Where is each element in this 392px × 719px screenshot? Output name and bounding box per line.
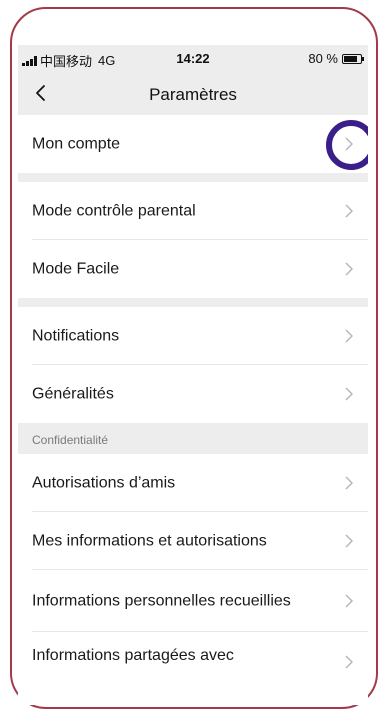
section-title: Confidentialité (32, 433, 109, 447)
row-label: Mode contrôle parental (32, 202, 196, 220)
settings-row-informations-partagees[interactable]: Informations partagées avec (18, 632, 368, 690)
settings-row-generalites[interactable]: Généralités (18, 365, 368, 423)
highlight-circle (326, 120, 368, 170)
row-label: Informations personnelles recueillies (32, 592, 291, 610)
settings-row-mes-informations[interactable]: Mes informations et autorisations (18, 512, 368, 570)
settings-row-controle-parental[interactable]: Mode contrôle parental (18, 182, 368, 240)
row-label: Généralités (32, 385, 114, 403)
chevron-right-icon (345, 594, 353, 608)
settings-row-informations-personnelles[interactable]: Informations personnelles recueillies (18, 570, 368, 632)
settings-screen: 中国移动 4G 14:22 80 % Paramètres Mon compte… (18, 45, 368, 705)
battery-percent: 80 % (308, 51, 338, 66)
section-gap (18, 173, 368, 182)
row-label: Mode Facile (32, 260, 120, 278)
chevron-right-icon (345, 387, 353, 401)
settings-row-autorisations-amis[interactable]: Autorisations d’amis (18, 454, 368, 512)
row-label: Autorisations d’amis (32, 474, 176, 492)
chevron-right-icon (345, 329, 353, 343)
chevron-right-icon (345, 476, 353, 490)
row-label: Mon compte (32, 135, 121, 153)
settings-row-notifications[interactable]: Notifications (18, 307, 368, 365)
row-label: Informations partagées avec (32, 647, 234, 664)
chevron-right-icon (345, 262, 353, 276)
row-label: Notifications (32, 327, 120, 345)
battery-info: 80 % (308, 51, 364, 66)
status-bar: 中国移动 4G 14:22 80 % (18, 45, 368, 72)
row-label: Mes informations et autorisations (32, 532, 267, 550)
settings-row-mon-compte[interactable]: Mon compte (18, 115, 368, 173)
chevron-right-icon (345, 655, 353, 669)
section-header-confidentialite: Confidentialité (18, 423, 368, 454)
chevron-right-icon (345, 204, 353, 218)
navigation-bar: Paramètres (18, 72, 368, 115)
settings-row-mode-facile[interactable]: Mode Facile (18, 240, 368, 298)
section-gap (18, 298, 368, 307)
chevron-right-icon (345, 534, 353, 548)
page-title: Paramètres (149, 85, 237, 104)
battery-icon (342, 53, 364, 64)
